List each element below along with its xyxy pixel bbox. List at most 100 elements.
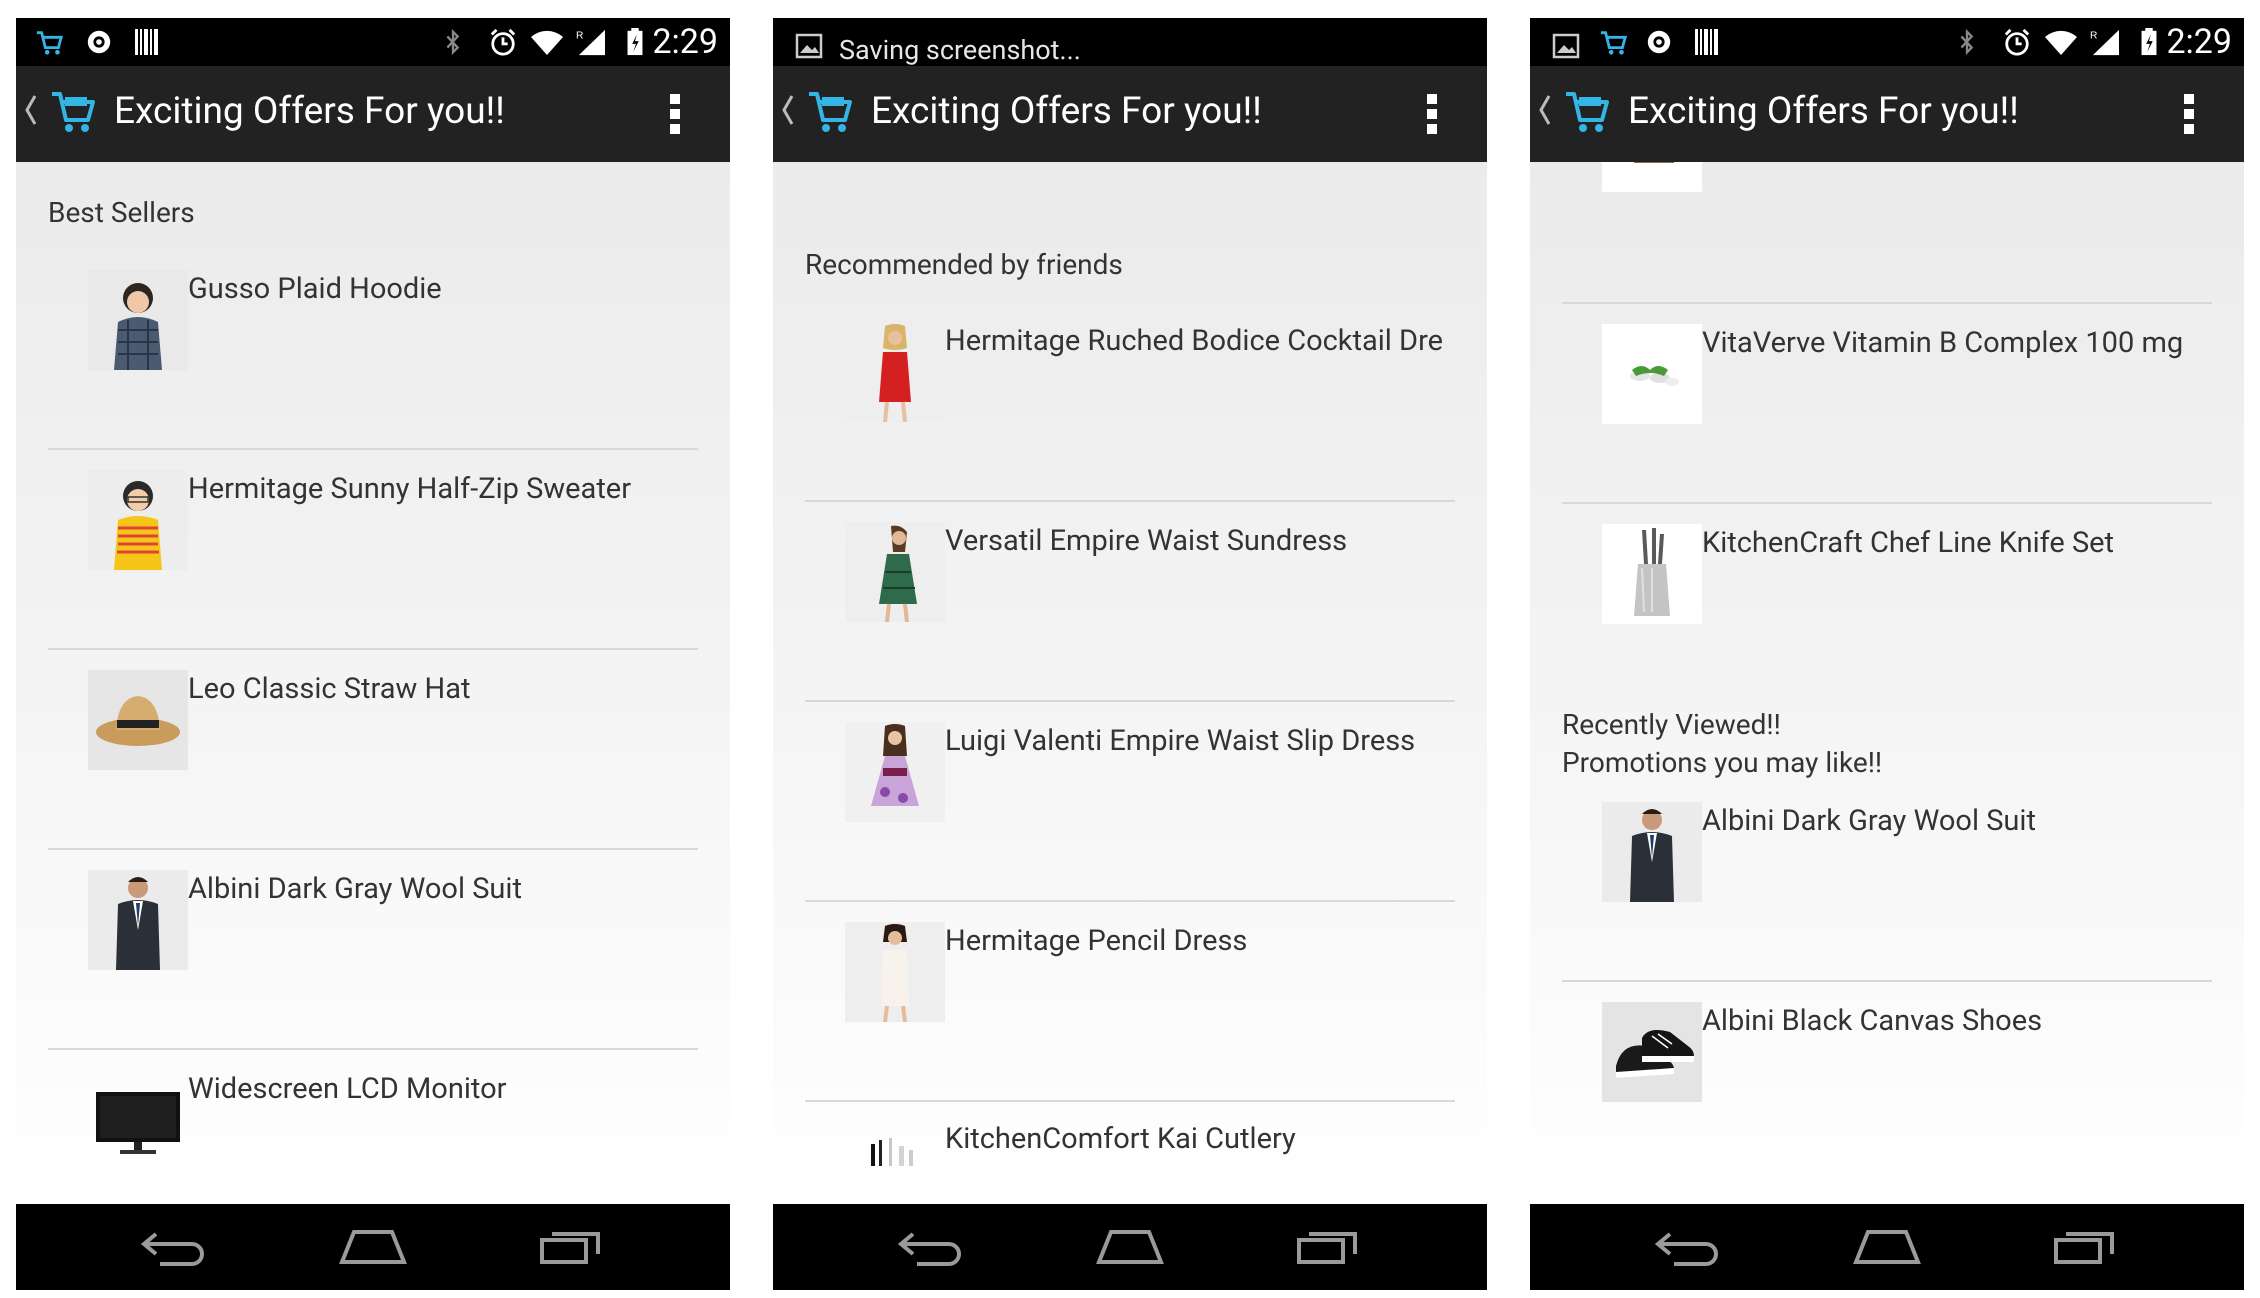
product-image: [1602, 802, 1702, 902]
page-title: Exciting Offers For you!!: [114, 90, 505, 133]
battery-icon: [626, 28, 644, 56]
screen-best-sellers: 2:29 Exciting Offers For you!! Best Sell…: [16, 18, 730, 1290]
list-item[interactable]: Albini Dark Gray Wool Suit: [1530, 802, 2244, 1002]
recent-apps-icon[interactable]: [1295, 1226, 1365, 1266]
alarm-icon: [2002, 28, 2032, 56]
product-name: Versatil Empire Waist Sundress: [945, 524, 1348, 558]
target-notification-icon: [1644, 28, 1674, 56]
offers-list[interactable]: Recommended by friends Hermitage Ruched …: [773, 162, 1487, 1204]
cart-icon[interactable]: [807, 88, 853, 136]
list-divider: [48, 448, 698, 450]
list-divider: [805, 1100, 1455, 1102]
wifi-icon: [2044, 28, 2078, 56]
product-name: KitchenCraft Chef Line Knife Set: [1702, 526, 2115, 560]
list-item[interactable]: Hermitage Pencil Dress: [773, 922, 1487, 1122]
bluetooth-icon: [1958, 28, 1976, 56]
product-name: Albini Dark Gray Wool Suit: [1702, 804, 2036, 838]
product-name: Leo Classic Straw Hat: [188, 672, 471, 706]
offers-list[interactable]: VitaVerve Vitamin B Complex 100 mg Kitch…: [1530, 162, 2244, 1204]
list-item[interactable]: VitaVerve Vitamin B Complex 100 mg: [1530, 324, 2244, 524]
screenshot-icon: [1552, 32, 1580, 60]
home-icon[interactable]: [338, 1226, 408, 1266]
product-image: [1602, 524, 1702, 624]
product-name: Luigi Valenti Empire Waist Slip Dress: [945, 724, 1416, 758]
action-bar: Exciting Offers For you!!: [16, 66, 730, 165]
list-item[interactable]: Luigi Valenti Empire Waist Slip Dress: [773, 722, 1487, 922]
list-item[interactable]: Albini Dark Gray Wool Suit: [16, 870, 730, 1070]
page-title: Exciting Offers For you!!: [871, 90, 1262, 133]
product-name: Gusso Plaid Hoodie: [188, 272, 442, 306]
list-item[interactable]: [1530, 162, 2244, 292]
cart-icon[interactable]: [1564, 88, 1610, 136]
list-item[interactable]: KitchenCraft Chef Line Knife Set: [1530, 524, 2244, 724]
recent-apps-icon[interactable]: [538, 1226, 608, 1266]
home-icon[interactable]: [1095, 1226, 1165, 1266]
product-image: [845, 1120, 945, 1204]
alarm-icon: [488, 28, 518, 56]
offers-list[interactable]: Best Sellers Gusso Plaid Hoodie Hermitag…: [16, 162, 730, 1204]
status-time: 2:29: [652, 22, 718, 62]
cell-signal-icon: [2088, 28, 2122, 56]
home-icon[interactable]: [1852, 1226, 1922, 1266]
list-item[interactable]: Widescreen LCD Monitor: [16, 1070, 730, 1204]
list-item[interactable]: Leo Classic Straw Hat: [16, 670, 730, 870]
bluetooth-icon: [444, 28, 462, 56]
list-item[interactable]: Hermitage Ruched Bodice Cocktail Dre: [773, 322, 1487, 522]
section-header-recommended: Recommended by friends: [805, 248, 1123, 281]
up-caret-icon[interactable]: [781, 90, 795, 130]
list-divider: [48, 848, 698, 850]
screen-recently-viewed: 2:29 Exciting Offers For you!! VitaVerve…: [1530, 18, 2244, 1290]
status-bar: 2:29: [1530, 18, 2244, 66]
barcode-notification-icon: [1694, 28, 1720, 56]
barcode-notification-icon: [134, 28, 160, 56]
list-item[interactable]: KitchenComfort Kai Cutlery: [773, 1120, 1487, 1204]
battery-icon: [2140, 28, 2158, 56]
overflow-menu-icon[interactable]: [668, 92, 682, 136]
status-bar: 2:29: [16, 18, 730, 66]
cart-notification-icon: [36, 28, 64, 56]
screen-recommended: Saving screenshot... Exciting Offers For…: [773, 18, 1487, 1290]
back-icon[interactable]: [895, 1226, 965, 1266]
list-divider: [805, 900, 1455, 902]
cart-notification-icon: [1600, 28, 1628, 56]
list-item[interactable]: Albini Black Canvas Shoes: [1530, 1002, 2244, 1202]
status-bar: Saving screenshot...: [773, 18, 1487, 66]
product-name: Albini Black Canvas Shoes: [1702, 1004, 2043, 1038]
list-item[interactable]: Hermitage Sunny Half-Zip Sweater: [16, 470, 730, 670]
product-image: [845, 922, 945, 1022]
back-icon[interactable]: [1652, 1226, 1722, 1266]
wifi-icon: [530, 28, 564, 56]
overflow-menu-icon[interactable]: [2182, 92, 2196, 136]
section-header-promotions: Promotions you may like!!: [1562, 746, 1883, 779]
up-caret-icon[interactable]: [1538, 90, 1552, 130]
product-image: [88, 670, 188, 770]
screenshot-icon: [795, 32, 823, 60]
product-image: [88, 870, 188, 970]
product-image: [1602, 162, 1702, 192]
list-divider: [1562, 980, 2212, 982]
overflow-menu-icon[interactable]: [1425, 92, 1439, 136]
product-image: [88, 470, 188, 570]
product-name: Widescreen LCD Monitor: [188, 1072, 507, 1106]
product-image: [845, 522, 945, 622]
product-image: [1602, 324, 1702, 424]
product-image: [1602, 1002, 1702, 1102]
product-name: Hermitage Sunny Half-Zip Sweater: [188, 472, 632, 506]
up-caret-icon[interactable]: [24, 90, 38, 130]
cart-icon[interactable]: [50, 88, 96, 136]
target-notification-icon: [84, 28, 114, 56]
recent-apps-icon[interactable]: [2052, 1226, 2122, 1266]
product-image: [845, 722, 945, 822]
list-divider: [1562, 302, 2212, 304]
notification-text: Saving screenshot...: [839, 34, 1081, 66]
list-divider: [48, 648, 698, 650]
back-icon[interactable]: [138, 1226, 208, 1266]
product-name: Hermitage Ruched Bodice Cocktail Dre: [945, 324, 1444, 358]
product-image: [88, 270, 188, 370]
section-header-recently-viewed: Recently Viewed!!: [1562, 708, 1781, 741]
action-bar: Exciting Offers For you!!: [773, 66, 1487, 165]
list-item[interactable]: Versatil Empire Waist Sundress: [773, 522, 1487, 722]
list-item[interactable]: Gusso Plaid Hoodie: [16, 270, 730, 470]
product-name: Albini Dark Gray Wool Suit: [188, 872, 522, 906]
navigation-bar: [1530, 1204, 2244, 1290]
